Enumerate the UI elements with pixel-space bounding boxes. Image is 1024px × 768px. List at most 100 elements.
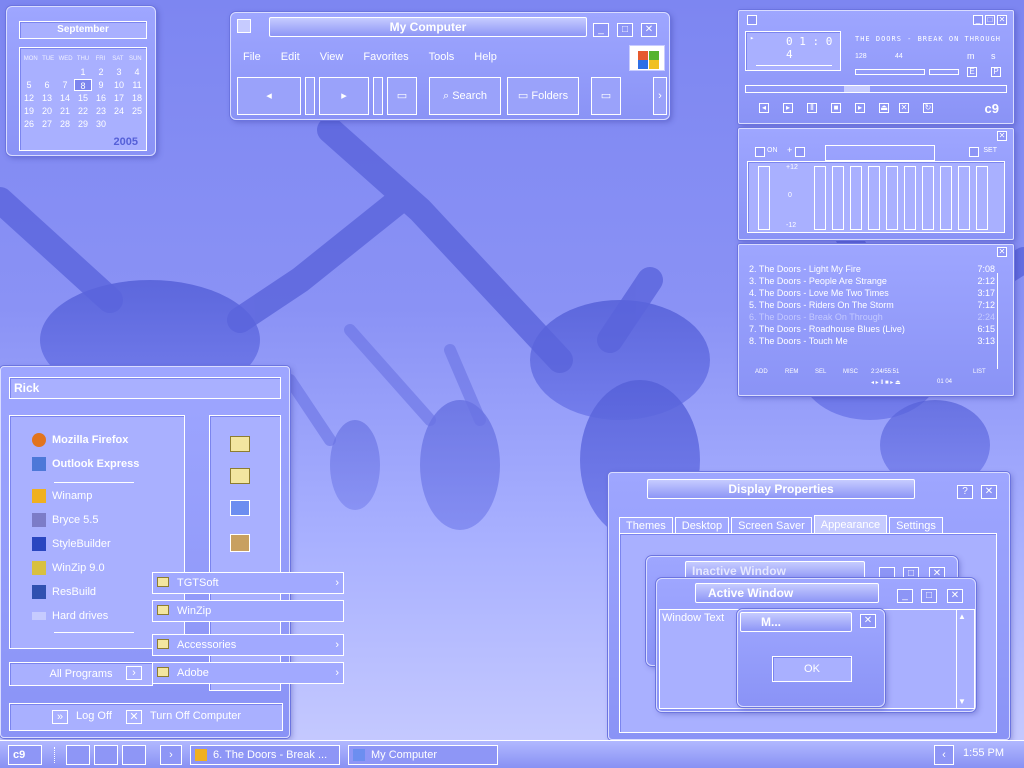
calendar-date[interactable]: 19 [20, 105, 38, 117]
all-programs-button[interactable]: All Programs › [9, 662, 153, 686]
stop-button[interactable]: ■ [831, 103, 841, 113]
menu-item-hard-drives[interactable]: Hard drives [32, 608, 108, 624]
eject-button[interactable]: ⏏ [879, 103, 889, 113]
playlist-row[interactable]: 7. The Doors - Roadhouse Blues (Live) 6:1… [749, 323, 995, 335]
calendar-date[interactable]: 27 [38, 118, 56, 130]
playlist-scrollbar[interactable] [997, 273, 1005, 369]
up-folder-button[interactable]: ▭ [387, 77, 417, 115]
forward-dropdown-button[interactable] [373, 77, 383, 115]
turn-off-button[interactable]: Turn Off Computer [150, 710, 241, 722]
menu-item-winzip[interactable]: WinZip 9.0 [32, 560, 105, 576]
dialog-title[interactable]: Display Properties [647, 479, 915, 499]
winamp-close-button[interactable]: ✕ [997, 15, 1007, 25]
playlist-row[interactable]: 6. The Doors - Break On Through 2:24 [749, 311, 995, 323]
mini-transport[interactable]: ◂ ▸ Ⅱ ■ ▸ ⏏ [871, 379, 901, 386]
calendar-date[interactable] [56, 66, 74, 78]
seek-handle[interactable] [844, 86, 870, 92]
calendar-date[interactable]: 4 [128, 66, 146, 78]
calendar-date[interactable]: 14 [56, 92, 74, 104]
menu-favorites[interactable]: Favorites [353, 45, 418, 69]
eq-close-button[interactable]: ✕ [997, 131, 1007, 141]
turn-off-icon[interactable]: ✕ [126, 710, 142, 724]
menu-view[interactable]: View [310, 45, 354, 69]
calendar-date[interactable]: 11 [128, 79, 146, 91]
calendar-date[interactable]: 16 [92, 92, 110, 104]
folders-button[interactable]: ▭ Folders [507, 77, 579, 115]
calendar-date[interactable]: 8 [74, 79, 92, 91]
calendar-date[interactable] [20, 66, 38, 78]
minimize-button[interactable]: _ [593, 23, 609, 37]
calendar-date[interactable]: 28 [56, 118, 74, 130]
quick-launch-expand-icon[interactable]: › [160, 745, 182, 765]
calendar-date[interactable]: 18 [128, 92, 146, 104]
menu-tools[interactable]: Tools [419, 45, 465, 69]
close-button[interactable]: ✕ [981, 485, 997, 499]
computer-icon[interactable] [230, 500, 250, 516]
calendar-date[interactable]: 9 [92, 79, 110, 91]
band-slider[interactable] [832, 166, 844, 230]
calendar-date[interactable]: 23 [92, 105, 110, 117]
submenu-item-winzip[interactable]: WinZip [152, 600, 344, 622]
calendar-date[interactable]: 1 [74, 66, 92, 78]
calendar-date[interactable]: 12 [20, 92, 38, 104]
submenu-item-adobe[interactable]: Adobe › [152, 662, 344, 684]
menu-item-outlook[interactable]: Outlook Express [32, 456, 139, 472]
close-button[interactable]: ✕ [641, 23, 657, 37]
menu-help[interactable]: Help [464, 45, 507, 69]
documents-icon[interactable] [230, 436, 250, 452]
band-slider[interactable] [976, 166, 988, 230]
preamp-slider[interactable] [758, 166, 770, 230]
calendar-date[interactable]: 26 [20, 118, 38, 130]
calendar-date[interactable]: 29 [74, 118, 92, 130]
maximize-button[interactable]: □ [617, 23, 633, 37]
list-options-button[interactable]: LIST [973, 369, 986, 375]
views-button[interactable]: ▭ [591, 77, 621, 115]
winamp-shade-button[interactable]: □ [985, 15, 995, 25]
calendar-date[interactable]: 22 [74, 105, 92, 117]
calendar-date[interactable]: 10 [110, 79, 128, 91]
menu-edit[interactable]: Edit [271, 45, 310, 69]
playlist-row[interactable]: 8. The Doors - Touch Me 3:13 [749, 335, 995, 347]
calendar-date[interactable]: 25 [128, 105, 146, 117]
back-dropdown-button[interactable] [305, 77, 315, 115]
band-slider[interactable] [940, 166, 952, 230]
calendar-date[interactable]: 13 [38, 92, 56, 104]
winamp-minimize-button[interactable]: _ [973, 15, 983, 25]
log-off-button[interactable]: Log Off [76, 710, 112, 722]
previous-button[interactable]: ◂ [759, 103, 769, 113]
eq-on-checkbox[interactable] [755, 147, 765, 157]
calendar-date[interactable]: 17 [110, 92, 128, 104]
calendar-date[interactable]: 21 [56, 105, 74, 117]
playlist-close-button[interactable]: ✕ [997, 247, 1007, 257]
calendar-date[interactable]: 30 [92, 118, 110, 130]
task-button-winamp[interactable]: 6. The Doors - Break ... [190, 745, 340, 765]
calendar-date[interactable]: 7 [56, 79, 74, 91]
start-button[interactable]: c9 [8, 745, 42, 765]
band-slider[interactable] [958, 166, 970, 230]
winamp-menu-button[interactable] [747, 15, 757, 25]
menu-item-winamp[interactable]: Winamp [32, 488, 92, 504]
balance-slider[interactable] [929, 69, 959, 75]
menu-item-firefox[interactable]: Mozilla Firefox [32, 432, 128, 448]
calendar-date[interactable]: 3 [110, 66, 128, 78]
next-button[interactable]: ▸ [855, 103, 865, 113]
misc-button[interactable]: MISC [843, 369, 858, 375]
quick-launch-tool-icon[interactable] [122, 745, 146, 765]
help-button[interactable]: ? [957, 485, 973, 499]
pl-toggle-button[interactable]: P [991, 67, 1001, 77]
band-slider[interactable] [868, 166, 880, 230]
toolbar-more-button[interactable]: › [653, 77, 667, 115]
menu-item-bryce[interactable]: Bryce 5.5 [32, 512, 98, 528]
shuffle-button[interactable]: ✕ [899, 103, 909, 113]
eq-toggle-button[interactable]: E [967, 67, 977, 77]
control-panel-icon[interactable] [230, 534, 250, 552]
eq-auto-checkbox[interactable] [795, 147, 805, 157]
add-button[interactable]: ADD [755, 369, 768, 375]
volume-slider[interactable] [855, 69, 925, 75]
eq-presets-checkbox[interactable] [969, 147, 979, 157]
seek-bar[interactable] [745, 85, 1007, 93]
playlist-row[interactable]: 4. The Doors - Love Me Two Times 3:17 [749, 287, 995, 299]
playlist-row[interactable]: 5. The Doors - Riders On The Storm 7:12 [749, 299, 995, 311]
band-slider[interactable] [922, 166, 934, 230]
calendar-date[interactable]: 15 [74, 92, 92, 104]
